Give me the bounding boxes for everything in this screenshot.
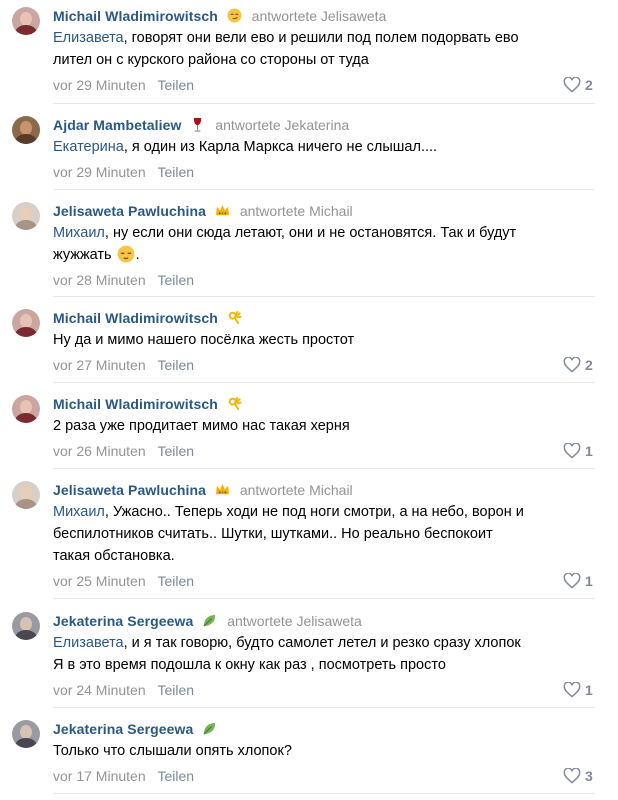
share-button[interactable]: Teilen [158, 768, 195, 784]
share-button[interactable]: Teilen [158, 272, 195, 288]
comment-text: Михаил, Ужасно.. Теперь ходи не под ноги… [53, 504, 524, 564]
crown-emoji-icon [215, 483, 230, 495]
share-button[interactable]: Teilen [158, 443, 195, 459]
addressee-link[interactable]: Елизавета [53, 635, 124, 651]
author-name[interactable]: Michail Wladimirowitsch [53, 8, 218, 24]
comment-text: Ну да и мимо нашего посёлка жесть просто… [53, 332, 355, 348]
timestamp[interactable]: vor 24 Minuten [53, 682, 146, 698]
addressee-link[interactable]: Елизавета [53, 30, 124, 46]
author-name[interactable]: Jekaterina Sergeewa [53, 721, 193, 737]
like-count: 1 [585, 443, 593, 459]
timestamp[interactable]: vor 29 Minuten [53, 164, 146, 180]
heart-icon [563, 356, 581, 373]
avatar[interactable] [12, 720, 40, 748]
leaf-emoji-icon [203, 722, 216, 735]
like-button[interactable]: 1 [563, 572, 593, 590]
share-button[interactable]: Teilen [158, 77, 195, 93]
author-name[interactable]: Michail Wladimirowitsch [53, 310, 218, 326]
leaf-emoji-icon [203, 614, 216, 627]
addressee-link[interactable]: Екатерина [53, 139, 124, 155]
reply-to: antwortete Michail [239, 203, 353, 219]
wine-glass-emoji-icon [194, 117, 202, 132]
like-button[interactable]: 2 [563, 356, 593, 374]
like-button[interactable]: 1 [563, 442, 593, 460]
comment-text: Михаил, ну если они сюда летают, они и н… [53, 225, 517, 263]
like-count: 3 [585, 768, 593, 784]
divider [53, 382, 595, 383]
reply-to: antwortete Michail [239, 482, 353, 498]
reply-to: antwortete Jekaterina [215, 117, 350, 133]
smirk-emoji-icon [227, 8, 242, 23]
divider [53, 296, 595, 297]
timestamp[interactable]: vor 26 Minuten [53, 443, 146, 459]
like-button[interactable]: 1 [563, 681, 593, 699]
avatar[interactable] [12, 202, 40, 230]
share-button[interactable]: Teilen [158, 357, 195, 373]
crown-emoji-icon [215, 204, 230, 216]
timestamp[interactable]: vor 28 Minuten [53, 272, 146, 288]
author-name[interactable]: Jelisaweta Pawluchina [53, 482, 206, 498]
timestamp[interactable]: vor 17 Minuten [53, 768, 146, 784]
addressee-link[interactable]: Михаил [53, 225, 105, 241]
like-button[interactable]: 3 [563, 767, 593, 785]
like-count: 2 [585, 357, 593, 373]
like-count: 1 [585, 573, 593, 589]
divider [53, 793, 595, 794]
like-count: 2 [585, 77, 593, 93]
comment-text: Екатерина, я один из Карла Маркса ничего… [53, 139, 438, 155]
divider [53, 189, 595, 190]
share-button[interactable]: Teilen [158, 573, 195, 589]
comment-text: Елизавета, говорят они вели ево и решили… [53, 30, 519, 68]
like-count: 1 [585, 682, 593, 698]
like-button[interactable]: 2 [563, 76, 593, 94]
heart-icon [563, 442, 581, 459]
heart-icon [563, 767, 581, 784]
comment-text: Елизавета, и я так говорю, будто самолет… [53, 635, 521, 673]
ok-hand-emoji-icon [228, 396, 242, 411]
author-name[interactable]: Michail Wladimirowitsch [53, 396, 218, 412]
avatar[interactable] [12, 116, 40, 144]
avatar[interactable] [12, 481, 40, 509]
heart-icon [563, 76, 581, 93]
share-button[interactable]: Teilen [158, 682, 195, 698]
heart-icon [563, 681, 581, 698]
avatar[interactable] [12, 7, 40, 35]
timestamp[interactable]: vor 25 Minuten [53, 573, 146, 589]
timestamp[interactable]: vor 27 Minuten [53, 357, 146, 373]
author-name[interactable]: Jekaterina Sergeewa [53, 613, 193, 629]
heart-icon [563, 572, 581, 589]
reply-to: antwortete Jelisaweta [251, 8, 387, 24]
divider [53, 707, 595, 708]
avatar[interactable] [12, 309, 40, 337]
avatar[interactable] [12, 395, 40, 423]
divider [53, 598, 595, 599]
divider [53, 103, 595, 104]
avatar[interactable] [12, 612, 40, 640]
divider [53, 468, 595, 469]
comment-text: 2 раза уже продитает мимо нас такая херн… [53, 418, 350, 434]
timestamp[interactable]: vor 29 Minuten [53, 77, 146, 93]
ok-hand-emoji-icon [228, 310, 242, 325]
share-button[interactable]: Teilen [158, 164, 195, 180]
author-name[interactable]: Ajdar Mambetaliew [53, 117, 182, 133]
reply-to: antwortete Jelisaweta [227, 613, 362, 629]
relieved-face-icon [117, 245, 135, 263]
comment-text: Только что слышали опять хлопок? [53, 743, 292, 759]
author-name[interactable]: Jelisaweta Pawluchina [53, 203, 206, 219]
addressee-link[interactable]: Михаил [53, 504, 105, 520]
